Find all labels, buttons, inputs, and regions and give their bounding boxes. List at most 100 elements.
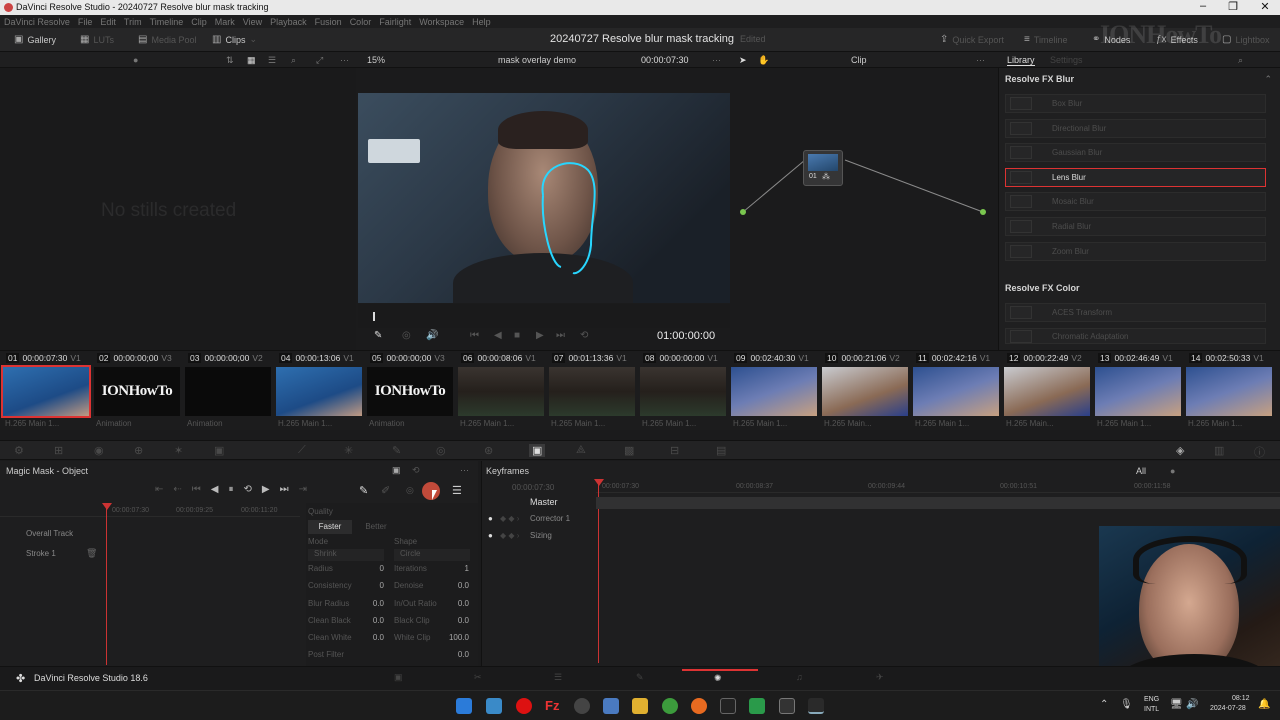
param-value[interactable]: 0.0 (445, 599, 469, 608)
track-reverse-icon[interactable]: ⇠ (173, 484, 181, 495)
color-match-icon[interactable]: ⊞ (54, 444, 63, 457)
param-value[interactable]: 100.0 (445, 633, 469, 642)
clip-thumbnail[interactable]: 13 00:02:46:49 V1 H.265 Main 1... (1094, 351, 1183, 431)
clip-thumbnail[interactable]: 05 00:00:00;00 V3 IONHowTo Animation (366, 351, 455, 431)
video-viewer[interactable] (358, 93, 730, 303)
keyframe-diamond-icon[interactable]: ◆ ◆ › (500, 531, 519, 540)
sizing-icon[interactable]: ▩ (624, 444, 634, 457)
zoom-level[interactable]: 15% (367, 55, 385, 65)
magic-mask-tool-icon[interactable]: ⊛ (484, 444, 493, 457)
3d-icon[interactable]: ⊟ (670, 444, 679, 457)
page-deliver-icon[interactable]: ✈ (876, 672, 884, 683)
keyframe-icon[interactable]: ◈ (1176, 444, 1184, 457)
track-reverse-frame-icon[interactable]: ⇤ (155, 484, 163, 495)
window-icon[interactable]: ✎ (392, 444, 401, 457)
page-fairlight-icon[interactable]: ♫ (796, 672, 803, 682)
clip-thumbnail[interactable]: 01 00:00:07:30 V1 H.265 Main 1... (1, 351, 91, 431)
track-forward-icon[interactable]: ▶ (262, 484, 270, 495)
timeline-button[interactable]: ≡ Timeline (1024, 34, 1068, 45)
warper-icon[interactable]: ⟋ (298, 444, 306, 457)
volume-tray-icon[interactable]: 🔊 (1186, 699, 1198, 710)
clip-thumbnail[interactable]: 08 00:00:00:00 V1 H.265 Main 1... (639, 351, 728, 431)
viewer-scrub-bar[interactable] (358, 304, 730, 328)
node-more-icon[interactable]: ··· (976, 55, 985, 65)
color-wheels-icon[interactable]: ◉ (94, 444, 104, 457)
add-stroke-icon[interactable]: ✎ (359, 484, 368, 497)
firefox-icon[interactable] (691, 698, 707, 714)
track-overall[interactable]: Overall Track (26, 529, 73, 538)
menu-workspace[interactable]: Workspace (419, 17, 464, 27)
track-forward-frame-icon[interactable]: ⇥ (299, 484, 307, 495)
mask-playhead[interactable] (106, 505, 107, 665)
settings-sliders-icon[interactable]: ☰ (452, 484, 462, 497)
play-reverse-icon[interactable]: ◀ (494, 330, 502, 341)
tray-chevron-icon[interactable]: ⌃ (1100, 699, 1108, 710)
menu-file[interactable]: File (78, 17, 93, 27)
list-view-icon[interactable]: ☰ (268, 55, 276, 66)
param-value[interactable]: 0.0 (360, 599, 384, 608)
tab-settings[interactable]: Settings (1050, 55, 1083, 65)
fx-gaussian-blur[interactable]: Gaussian Blur (1005, 143, 1266, 162)
fx-mosaic-blur[interactable]: Mosaic Blur (1005, 192, 1266, 211)
track-loop-icon[interactable]: ⟲ (243, 484, 251, 495)
record-button[interactable] (422, 482, 440, 500)
grid-view-icon[interactable]: ▦ (247, 55, 256, 66)
curves-icon[interactable]: ▣ (214, 444, 224, 457)
shape-select[interactable]: Circle (394, 549, 470, 561)
fx-lens-blur[interactable]: Lens Blur (1005, 168, 1266, 187)
page-edit-icon[interactable]: ☰ (554, 672, 562, 683)
row-corrector-1[interactable]: Corrector 1 (530, 514, 570, 523)
menu-color[interactable]: Color (350, 17, 372, 27)
scope-icon[interactable]: ▤ (716, 444, 726, 457)
quick-export-button[interactable]: ⇪ Quick Export (940, 34, 1004, 45)
media-pool-button[interactable]: ▤ Media Pool (138, 34, 196, 45)
collapse-icon[interactable]: ⌃ (1264, 74, 1272, 85)
clock-time[interactable]: 08:12 (1232, 695, 1250, 702)
clip-thumbnail[interactable]: 06 00:00:08:06 V1 H.265 Main 1... (457, 351, 546, 431)
mode-select[interactable]: Shrink (308, 549, 384, 561)
better-button[interactable]: Better (354, 520, 398, 534)
page-media-icon[interactable]: ▣ (394, 672, 403, 683)
play-icon[interactable]: ▶ (536, 330, 544, 341)
davinci-taskbar-icon[interactable] (808, 698, 824, 714)
section-resolve-fx-color[interactable]: Resolve FX Color (1005, 283, 1080, 293)
menu-trim[interactable]: Trim (124, 17, 142, 27)
motion-effects-icon[interactable]: ✶ (174, 444, 183, 457)
lightbox-button[interactable]: ▢ Lightbox (1222, 34, 1269, 45)
keyboard-layout[interactable]: INTL (1144, 706, 1159, 713)
row-sizing[interactable]: Sizing (530, 531, 552, 540)
param-value[interactable]: 1 (445, 564, 469, 573)
language-indicator[interactable]: ENG (1144, 696, 1159, 703)
menu-davinci[interactable]: DaVinci Resolve (4, 17, 70, 27)
param-value[interactable]: 0.0 (360, 616, 384, 625)
row-master[interactable]: Master (530, 497, 558, 507)
node-editor[interactable]: 01 ⁂ (735, 68, 995, 350)
clip-thumbnail[interactable]: 11 00:02:42:16 V1 H.265 Main 1... (912, 351, 1001, 431)
search-icon[interactable]: ⌕ (291, 55, 296, 66)
timeline-name-dropdown[interactable]: mask overlay demo (498, 55, 576, 65)
luts-button[interactable]: ▦ LUTs (80, 34, 114, 45)
mic-icon[interactable]: 🎙 (1120, 699, 1133, 710)
clip-thumbnail[interactable]: 12 00:00:22:49 V2 H.265 Main... (1003, 351, 1092, 431)
menu-fusion[interactable]: Fusion (315, 17, 342, 27)
mask-stroke[interactable] (533, 155, 603, 280)
node-01[interactable]: 01 ⁂ (803, 150, 843, 186)
clip-thumbnail[interactable]: 10 00:00:21:06 V2 H.265 Main... (821, 351, 910, 431)
hand-tool-icon[interactable]: ✋ (758, 55, 769, 66)
minimize-button[interactable]: – (1188, 0, 1218, 12)
keyframe-filter-dropdown[interactable]: All (1136, 466, 1146, 476)
fx-zoom-blur[interactable]: Zoom Blur (1005, 242, 1266, 261)
color-picker-icon[interactable]: ✎ (374, 330, 382, 341)
fx-aces-transform[interactable]: ACES Transform (1005, 303, 1266, 322)
go-to-end-icon[interactable]: ⏭ (556, 330, 565, 341)
last-frame-icon[interactable]: ⏭ (280, 484, 289, 495)
tab-library[interactable]: Library (1007, 55, 1035, 66)
mask-overlay-icon[interactable]: ▣ (392, 465, 401, 476)
page-cut-icon[interactable]: ✂ (474, 672, 482, 683)
param-value[interactable]: 0.0 (445, 650, 469, 659)
param-value[interactable]: 0.0 (445, 581, 469, 590)
clip-thumbnail[interactable]: 04 00:00:13:06 V1 H.265 Main 1... (275, 351, 364, 431)
menu-view[interactable]: View (243, 17, 262, 27)
fx-box-blur[interactable]: Box Blur (1005, 94, 1266, 113)
desktop-icon[interactable] (486, 698, 502, 714)
